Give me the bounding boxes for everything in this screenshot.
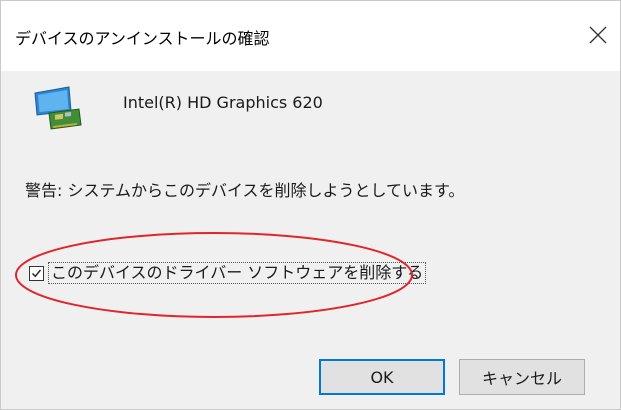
delete-driver-checkbox-label[interactable]: このデバイスのドライバー ソフトウェアを削除する xyxy=(48,262,427,284)
display-adapter-icon xyxy=(34,86,82,130)
uninstall-device-dialog: デバイスのアンインストールの確認 Intel(R) HD Graphics 62… xyxy=(0,0,621,410)
dialog-title: デバイスのアンインストールの確認 xyxy=(15,29,270,48)
dialog-body: Intel(R) HD Graphics 620 警告: システムからこのデバイ… xyxy=(1,71,620,409)
ok-button[interactable]: OK xyxy=(319,359,445,395)
warning-text: 警告: システムからこのデバイスを削除しようとしています。 xyxy=(25,181,465,200)
close-icon xyxy=(589,26,607,44)
delete-driver-checkbox-row[interactable]: このデバイスのドライバー ソフトウェアを削除する xyxy=(29,261,427,285)
device-name: Intel(R) HD Graphics 620 xyxy=(123,93,323,112)
delete-driver-checkbox[interactable] xyxy=(29,265,44,281)
title-bar: デバイスのアンインストールの確認 xyxy=(1,1,620,71)
cancel-button[interactable]: キャンセル xyxy=(459,359,585,395)
checkmark-icon xyxy=(32,269,42,277)
close-button[interactable] xyxy=(576,15,620,55)
